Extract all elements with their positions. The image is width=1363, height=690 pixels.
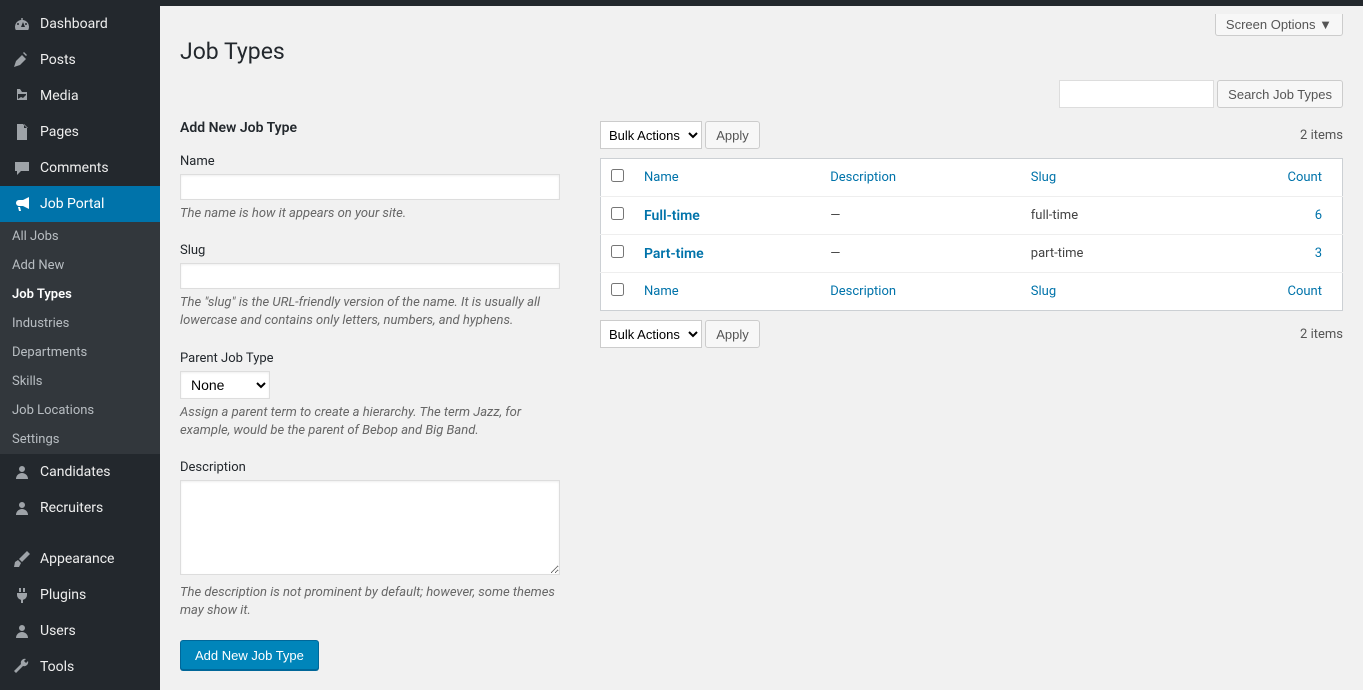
sidebar-item-label: Users — [40, 623, 76, 639]
sidebar-item-label: Media — [40, 88, 79, 104]
item-count-bottom: 2 items — [1300, 327, 1343, 342]
table-row: Full-time —full-time 6 — [601, 197, 1343, 235]
sidebar-item-label: Plugins — [40, 587, 86, 603]
sidebar-item-label: Pages — [40, 124, 79, 140]
sidebar-item-users[interactable]: Users — [0, 613, 160, 649]
select-all-bottom[interactable] — [611, 283, 624, 296]
sidebar-item-plugins[interactable]: Plugins — [0, 577, 160, 613]
screen-options-button[interactable]: Screen Options ▼ — [1215, 14, 1343, 36]
parent-help: Assign a parent term to create a hierarc… — [180, 404, 560, 440]
pin-icon — [12, 50, 32, 70]
col-slug-foot[interactable]: Slug — [1031, 284, 1056, 299]
sidebar-item-comments[interactable]: Comments — [0, 150, 160, 186]
col-slug[interactable]: Slug — [1031, 170, 1056, 185]
select-all-top[interactable] — [611, 169, 624, 182]
sidebar-item-label: Job Portal — [40, 196, 104, 212]
submenu-item-industries[interactable]: Industries — [0, 309, 160, 338]
submenu-item-departments[interactable]: Departments — [0, 338, 160, 367]
brush-icon — [12, 549, 32, 569]
search-input[interactable] — [1059, 80, 1214, 108]
row-description: — — [820, 235, 1021, 273]
plug-icon — [12, 585, 32, 605]
user-icon — [12, 621, 32, 641]
row-checkbox[interactable] — [611, 245, 624, 258]
sidebar-item-label: Posts — [40, 52, 76, 68]
bulk-actions-select-top[interactable]: Bulk Actions — [600, 121, 702, 149]
add-submit-button[interactable]: Add New Job Type — [180, 640, 319, 670]
submenu-item-settings[interactable]: Settings — [0, 425, 160, 454]
sidebar-item-posts[interactable]: Posts — [0, 42, 160, 78]
bulk-actions-select-bottom[interactable]: Bulk Actions — [600, 320, 702, 348]
sidebar-item-label: Recruiters — [40, 500, 103, 516]
sidebar-item-media[interactable]: Media — [0, 78, 160, 114]
row-count-link[interactable]: 6 — [1315, 208, 1322, 223]
sidebar-item-appearance[interactable]: Appearance — [0, 541, 160, 577]
wrench-icon — [12, 657, 32, 677]
comment-icon — [12, 158, 32, 178]
sidebar-item-label: Comments — [40, 160, 109, 176]
dashboard-icon — [12, 14, 32, 34]
apply-button-top[interactable]: Apply — [705, 121, 760, 149]
col-description-foot[interactable]: Description — [830, 284, 896, 299]
row-name-link[interactable]: Part-time — [644, 246, 704, 262]
sidebar-item-label: Tools — [40, 659, 74, 675]
megaphone-icon — [12, 194, 32, 214]
row-slug: full-time — [1021, 197, 1191, 235]
slug-input[interactable] — [180, 263, 560, 289]
parent-select[interactable]: None — [180, 371, 270, 399]
slug-help: The "slug" is the URL-friendly version o… — [180, 294, 560, 330]
submenu-item-all-jobs[interactable]: All Jobs — [0, 222, 160, 251]
row-name-link[interactable]: Full-time — [644, 208, 700, 224]
sidebar-item-label: Appearance — [40, 551, 114, 567]
description-label: Description — [180, 460, 560, 475]
sidebar-item-recruiters[interactable]: Recruiters — [0, 490, 160, 526]
terms-table: Name Description Slug Count Full-time —fu… — [600, 158, 1343, 311]
col-name[interactable]: Name — [644, 170, 679, 185]
content-area: Screen Options ▼ Job Types Search Job Ty… — [160, 6, 1363, 690]
page-icon — [12, 122, 32, 142]
row-count-link[interactable]: 3 — [1315, 246, 1322, 261]
name-help: The name is how it appears on your site. — [180, 205, 560, 223]
name-input[interactable] — [180, 174, 560, 200]
user-icon — [12, 498, 32, 518]
col-description[interactable]: Description — [830, 170, 896, 185]
description-help: The description is not prominent by defa… — [180, 584, 560, 620]
submenu-item-add-new[interactable]: Add New — [0, 251, 160, 280]
page-title: Job Types — [180, 26, 1343, 65]
row-description: — — [820, 197, 1021, 235]
sidebar-item-label: Candidates — [40, 464, 111, 480]
apply-button-bottom[interactable]: Apply — [705, 320, 760, 348]
name-label: Name — [180, 154, 560, 169]
sidebar-item-label: Dashboard — [40, 16, 108, 32]
submenu-item-job-types[interactable]: Job Types — [0, 280, 160, 309]
row-checkbox[interactable] — [611, 207, 624, 220]
col-count[interactable]: Count — [1288, 170, 1322, 185]
search-submit-button[interactable]: Search Job Types — [1217, 80, 1343, 108]
slug-label: Slug — [180, 243, 560, 258]
sidebar-item-candidates[interactable]: Candidates — [0, 454, 160, 490]
table-row: Part-time —part-time 3 — [601, 235, 1343, 273]
col-count-foot[interactable]: Count — [1288, 284, 1322, 299]
user-icon — [12, 462, 32, 482]
add-form-heading: Add New Job Type — [180, 120, 560, 136]
submenu-item-job-locations[interactable]: Job Locations — [0, 396, 160, 425]
sidebar-item-tools[interactable]: Tools — [0, 649, 160, 685]
parent-label: Parent Job Type — [180, 351, 560, 366]
item-count-top: 2 items — [1300, 128, 1343, 143]
admin-sidebar: Dashboard Posts Media Pages Comments Job Port… — [0, 6, 160, 690]
sidebar-item-job-portal[interactable]: Job Portal — [0, 186, 160, 222]
media-icon — [12, 86, 32, 106]
submenu-item-skills[interactable]: Skills — [0, 367, 160, 396]
sidebar-item-dashboard[interactable]: Dashboard — [0, 6, 160, 42]
description-textarea[interactable] — [180, 480, 560, 575]
row-slug: part-time — [1021, 235, 1191, 273]
sidebar-item-pages[interactable]: Pages — [0, 114, 160, 150]
col-name-foot[interactable]: Name — [644, 284, 679, 299]
